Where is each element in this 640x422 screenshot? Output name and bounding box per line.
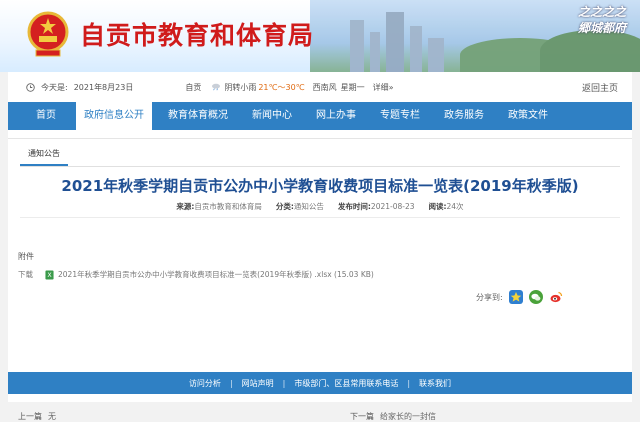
tab-divider — [20, 166, 620, 167]
download-label: 下载 — [18, 270, 33, 279]
footer-link-statement[interactable]: 网站声明 — [242, 378, 274, 389]
weekday: 星期一 — [340, 82, 365, 92]
site-title[interactable]: 自贡市教育和体育局 — [80, 16, 314, 52]
wind-direction: 西南风 — [312, 82, 337, 92]
views-label: 阅读: — [428, 202, 447, 211]
nav-item-gov-service[interactable]: 政务服务 — [432, 102, 496, 130]
footer-link-contact[interactable]: 联系我们 — [419, 378, 451, 389]
source-label: 来源: — [176, 202, 195, 211]
calligraphy-logo: 之之之之 郷城都府 — [577, 5, 626, 35]
weather-detail-link[interactable]: 详细» — [373, 82, 394, 93]
weibo-icon[interactable] — [548, 290, 563, 304]
attachment-file-link[interactable]: 2021年秋季学期自贡市公办中小学教育收费项目标准一览表(2019年秋季版) .… — [58, 269, 374, 280]
next-value[interactable]: 给家长的一封信 — [380, 412, 436, 421]
nav-item-overview[interactable]: 教育体育概况 — [152, 102, 240, 130]
article-meta: 来源:自贡市教育和体育局 分类:通知公告 发布时间:2021-08-23 阅读:… — [8, 201, 632, 212]
current-date: 2021年8月23日 — [73, 82, 134, 92]
prev-label: 上一篇 — [18, 412, 42, 421]
tab-notices[interactable]: 通知公告 — [20, 144, 68, 166]
clock-icon — [26, 82, 35, 92]
favorite-star-icon[interactable] — [508, 290, 523, 304]
main-nav: 首页 政府信息公开 教育体育概况 新闻中心 网上办事 专题专栏 政务服务 政策文… — [8, 102, 632, 130]
weather-text: 阴转小雨 — [224, 82, 257, 92]
weather-city: 自贡 — [185, 82, 202, 92]
publish-date-value: 2021-08-23 — [370, 202, 415, 211]
share-label: 分享到: — [476, 292, 503, 302]
publish-date-label: 发布时间: — [337, 202, 371, 211]
next-article[interactable]: 下一篇 给家长的一封信 — [350, 411, 436, 422]
prev-article[interactable]: 上一篇无 — [18, 411, 56, 422]
main-container: 今天是: 2021年8月23日 自贡 阴转小雨 21℃～30℃ 西南风 星期一 … — [8, 72, 632, 421]
article-title: 2021年秋季学期自贡市公办中小学教育收费项目标准一览表(2019年秋季版) — [61, 177, 579, 195]
meta-divider — [20, 217, 620, 218]
download-row: 下载 X 2021年秋季学期自贡市公办中小学教育收费项目标准一览表(2019年秋… — [18, 269, 374, 280]
nav-item-home[interactable]: 首页 — [8, 102, 76, 130]
nav-item-online-service[interactable]: 网上办事 — [304, 102, 368, 130]
header-banner: 自贡市教育和体育局 之之之之 郷城都府 — [0, 0, 640, 72]
views-value: 24次 — [446, 202, 464, 211]
footer-link-analytics[interactable]: 访问分析 — [189, 378, 221, 389]
nav-item-gov-info[interactable]: 政府信息公开 — [76, 102, 152, 130]
article-panel: 通知公告 2021年秋季学期自贡市公办中小学教育收费项目标准一览表(2019年秋… — [8, 138, 632, 421]
nav-item-special-topics[interactable]: 专题专栏 — [368, 102, 432, 130]
national-emblem-icon — [27, 11, 69, 57]
footer-separator: | — [229, 378, 233, 388]
footer-separator: | — [282, 378, 286, 388]
category-label: 分类: — [275, 202, 294, 211]
category-value: 通知公告 — [293, 202, 324, 211]
wechat-icon[interactable] — [528, 290, 543, 304]
share-bar: 分享到: — [476, 290, 563, 304]
back-home-link[interactable]: 返回主页 — [582, 81, 618, 94]
attachment-label: 附件 — [18, 252, 34, 261]
nav-item-news[interactable]: 新闻中心 — [240, 102, 304, 130]
next-label: 下一篇 — [350, 412, 374, 421]
temperature: 21℃～30℃ — [258, 82, 305, 92]
footer-link-phone-directory[interactable]: 市级部门、区县常用联系电话 — [294, 378, 398, 389]
info-bar: 今天是: 2021年8月23日 自贡 阴转小雨 21℃～30℃ 西南风 星期一 … — [8, 72, 632, 102]
prev-value: 无 — [48, 412, 56, 421]
cloud-rain-icon — [212, 83, 221, 91]
svg-text:X: X — [47, 272, 52, 279]
footer-links: 访问分析 | 网站声明 | 市级部门、区县常用联系电话 | 联系我们 — [8, 372, 632, 394]
excel-file-icon: X — [45, 270, 54, 279]
today-label: 今天是: — [41, 82, 68, 92]
footer-separator: | — [407, 378, 411, 388]
source-value: 自贡市教育和体育局 — [194, 202, 262, 211]
nav-item-policy[interactable]: 政策文件 — [496, 102, 560, 130]
